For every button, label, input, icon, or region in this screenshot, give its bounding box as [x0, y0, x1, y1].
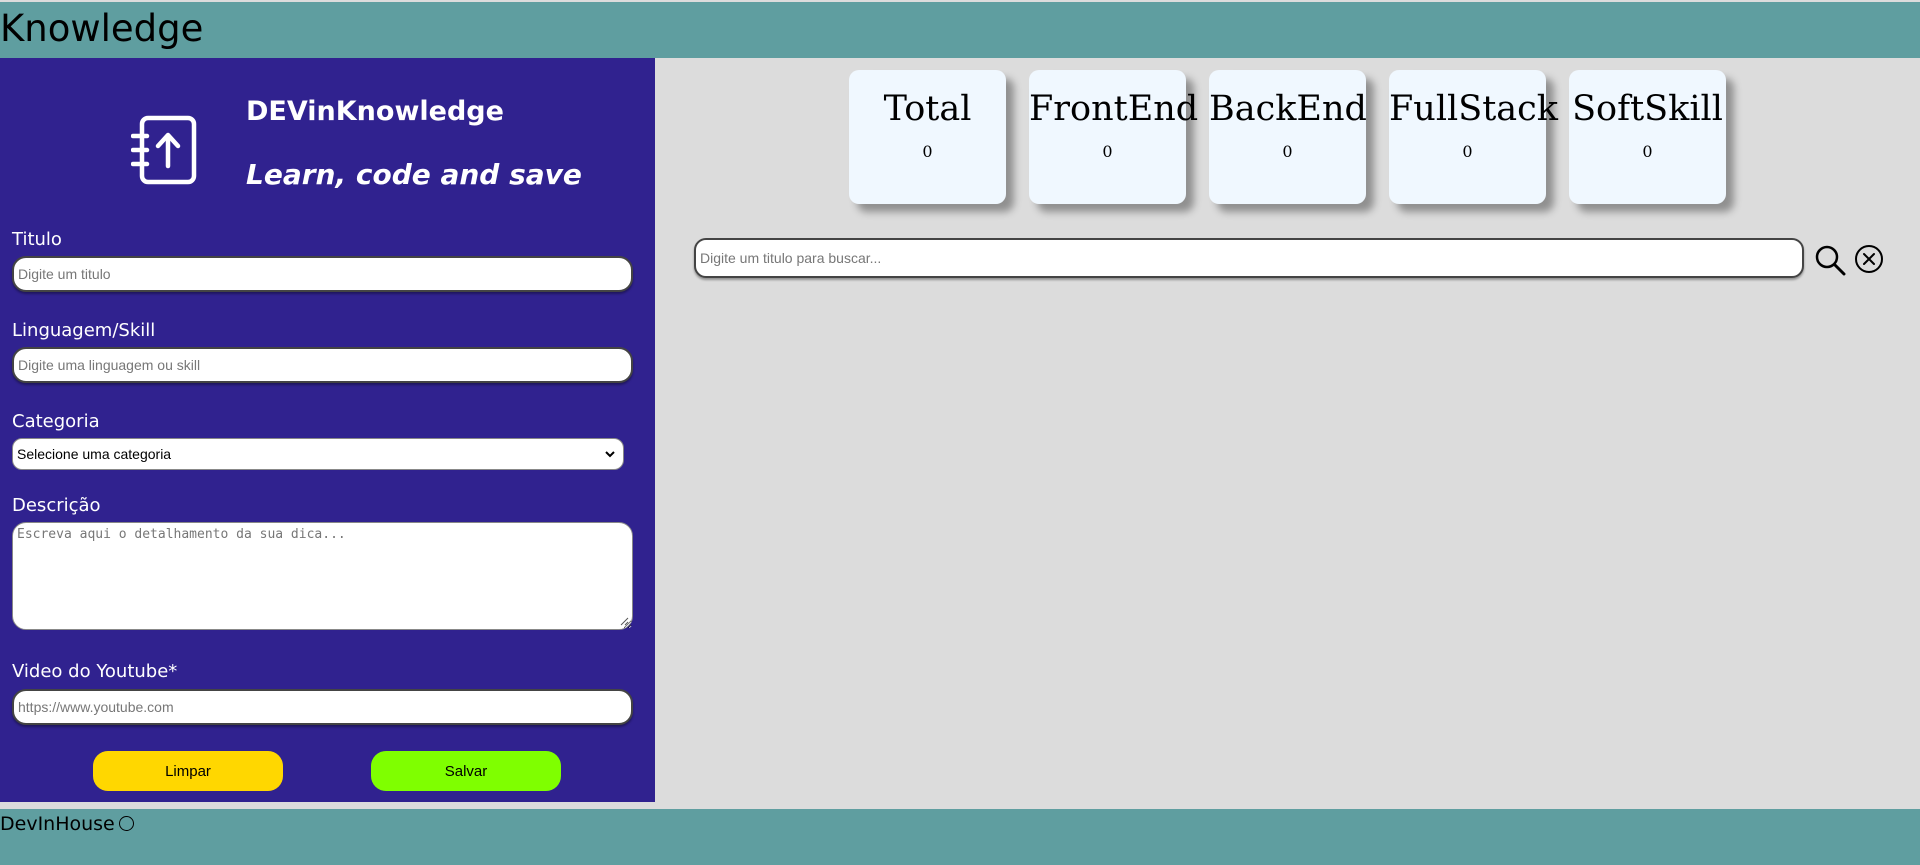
app-footer: DevInHouse: [0, 809, 1920, 865]
resize-handle-icon[interactable]: [619, 616, 629, 626]
close-circle-icon[interactable]: [1854, 244, 1884, 274]
titulo-input[interactable]: [12, 256, 633, 292]
stat-card-fullstack: FullStack 0: [1389, 70, 1558, 204]
stat-card-label: BackEnd: [1209, 89, 1367, 129]
circle-icon: [118, 816, 134, 831]
categoria-label: Categoria: [12, 411, 100, 432]
stat-card-count: 0: [1282, 142, 1293, 161]
linguagem-label: Linguagem/Skill: [12, 320, 156, 341]
search-icon[interactable]: [1814, 244, 1846, 276]
stat-card-backend: BackEnd 0: [1209, 70, 1367, 204]
stat-card-label: Total: [883, 89, 972, 129]
linguagem-input[interactable]: [12, 347, 633, 383]
categoria-selected-value: Selecione uma categoria: [17, 446, 172, 462]
stat-card-label: FrontEnd: [1029, 89, 1199, 129]
salvar-button[interactable]: Salvar: [371, 751, 561, 791]
categoria-select[interactable]: Selecione uma categoria: [12, 438, 624, 470]
stat-card-count: 0: [922, 142, 933, 161]
app-header: Knowledge: [0, 2, 1920, 58]
brand-name: DEVinKnowledge: [246, 96, 504, 127]
descricao-textarea[interactable]: [12, 522, 633, 630]
video-label: Video do Youtube*: [12, 661, 178, 682]
footer-text: DevInHouse: [0, 813, 115, 835]
descricao-label: Descrição: [12, 495, 101, 516]
video-url-input[interactable]: [12, 689, 633, 725]
knowledge-form-panel: DEVinKnowledge Learn, code and save Titu…: [0, 58, 655, 802]
limpar-button[interactable]: Limpar: [93, 751, 283, 791]
stat-card-count: 0: [1462, 142, 1473, 161]
stat-card-frontend: FrontEnd 0: [1029, 70, 1199, 204]
footer-brand: DevInHouse: [0, 811, 134, 837]
stat-card-total: Total 0: [849, 70, 1006, 204]
stat-card-label: SoftSkill: [1572, 89, 1723, 129]
stat-card-label: FullStack: [1389, 89, 1558, 129]
stat-card-count: 0: [1642, 142, 1653, 161]
chevron-down-icon: [605, 451, 615, 458]
page-title: Knowledge: [0, 7, 204, 50]
search-input[interactable]: [694, 238, 1804, 278]
upload-notebook-icon: [131, 115, 197, 185]
titulo-label: Titulo: [12, 229, 62, 250]
stat-card-softskill: SoftSkill 0: [1569, 70, 1726, 204]
brand-tagline: Learn, code and save: [246, 158, 582, 191]
stat-card-count: 0: [1102, 142, 1113, 161]
